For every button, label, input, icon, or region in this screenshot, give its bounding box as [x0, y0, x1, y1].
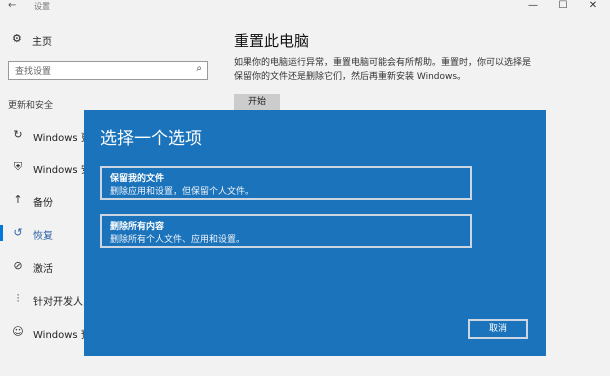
title-bar: ← 设置 — ☐ ✕ [0, 0, 610, 16]
minimize-button[interactable]: — [518, 0, 548, 14]
start-button[interactable]: 开始 [234, 94, 280, 111]
dialog-title: 选择一个选项 [100, 129, 202, 149]
option-title: 保留我的文件 [110, 174, 165, 184]
sidebar-item-label: 备份 [33, 198, 53, 209]
sidebar-item-label: 激活 [33, 264, 53, 275]
window-title: 设置 [34, 2, 50, 11]
section-label: 更新和安全 [8, 101, 54, 111]
developer-icon: ⫶ [16, 292, 20, 305]
recovery-icon: ↺ [13, 226, 23, 239]
maximize-button[interactable]: ☐ [548, 0, 578, 14]
backup-icon: ↑ [13, 193, 23, 206]
back-arrow-icon[interactable]: ← [8, 0, 16, 11]
search-icon[interactable]: ⌕ [196, 63, 202, 74]
keep-files-option[interactable]: 保留我的文件 删除应用和设置，但保留个人文件。 [100, 166, 472, 200]
gear-icon: ⚙ [12, 32, 22, 45]
cancel-button[interactable]: 取消 [468, 319, 528, 339]
remove-everything-option[interactable]: 删除所有内容 删除所有个人文件、应用和设置。 [100, 214, 472, 248]
shield-icon: ⛨ [13, 160, 23, 173]
sidebar-item-label: 恢复 [33, 231, 53, 242]
search-box[interactable]: ⌕ [8, 61, 208, 80]
home-label: 主页 [32, 37, 52, 48]
option-description: 删除所有个人文件、应用和设置。 [110, 235, 246, 245]
reset-description: 如果你的电脑运行异常，重置电脑可能会有所帮助。重置时，你可以选择是保留你的文件还… [234, 58, 532, 82]
page-title: 重置此电脑 [234, 32, 310, 50]
check-circle-icon: ⊘ [13, 259, 23, 272]
close-button[interactable]: ✕ [578, 0, 608, 14]
option-description: 删除应用和设置，但保留个人文件。 [110, 187, 255, 197]
sync-icon: ↻ [13, 128, 23, 141]
insider-icon: ☺ [12, 325, 24, 338]
option-title: 删除所有内容 [110, 222, 165, 232]
reset-options-dialog: 选择一个选项 保留我的文件 删除应用和设置，但保留个人文件。 删除所有内容 删除… [84, 110, 546, 356]
search-input[interactable] [13, 64, 187, 79]
